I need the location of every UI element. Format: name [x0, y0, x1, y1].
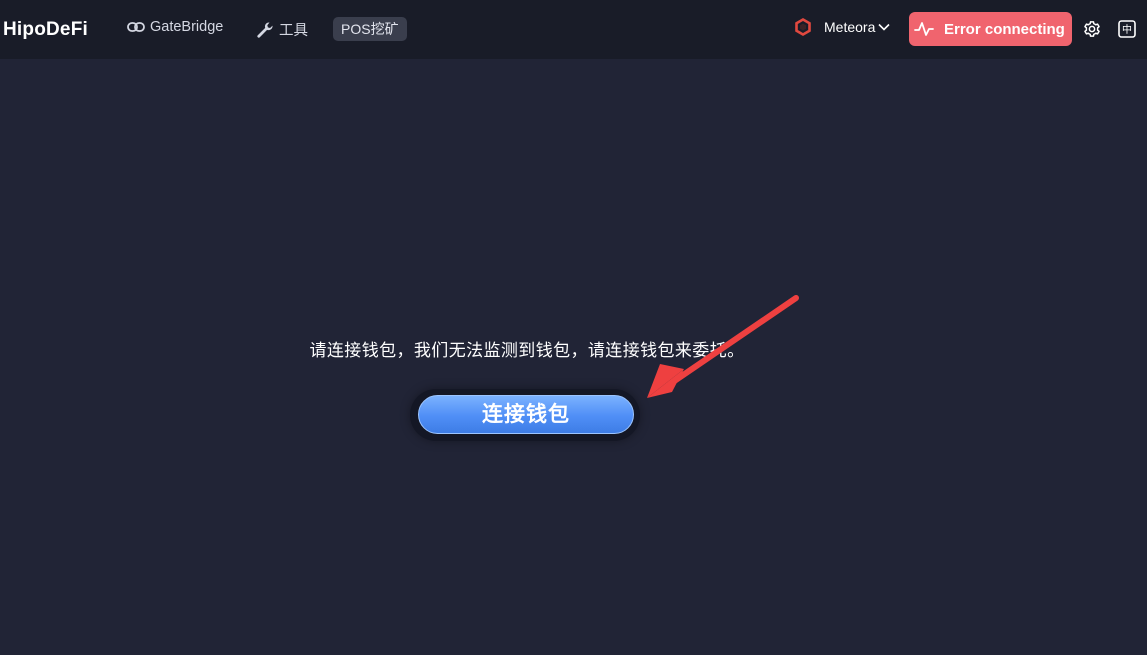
- connection-status-button[interactable]: Error connecting: [909, 12, 1072, 46]
- red-arrow-pointer: [647, 295, 799, 398]
- wrench-icon: [257, 21, 273, 38]
- meteora-logo-icon: [795, 18, 811, 36]
- connect-wallet-button-frame: 连接钱包: [410, 389, 640, 441]
- nav-tools-label: 工具: [279, 23, 308, 39]
- nav-gatebridge[interactable]: GateBridge: [127, 19, 223, 35]
- connect-wallet-button[interactable]: 连接钱包: [418, 395, 634, 434]
- connection-status-label: Error connecting: [944, 20, 1065, 38]
- network-name: Meteora: [824, 19, 876, 35]
- language-label: 中: [1122, 23, 1132, 36]
- network-selector[interactable]: Meteora: [794, 18, 890, 36]
- top-navigation-bar: HipoDeFi GateBridge 工具 POS挖矿 Meteora Err…: [0, 0, 1147, 59]
- gear-icon: [1084, 21, 1100, 37]
- language-button[interactable]: 中: [1117, 19, 1137, 39]
- nav-gatebridge-label: GateBridge: [150, 19, 224, 35]
- brand-logo[interactable]: HipoDeFi: [3, 19, 88, 41]
- connect-wallet-message: 请连接钱包，我们无法监测到钱包，请连接钱包来委托。: [309, 341, 745, 361]
- link-icon: [127, 22, 145, 32]
- nav-pos-mining[interactable]: POS挖矿: [333, 17, 407, 41]
- language-zh-icon: 中: [1118, 20, 1136, 38]
- settings-button[interactable]: [1082, 19, 1102, 39]
- pulse-icon: [914, 22, 934, 36]
- chevron-down-icon: [878, 23, 890, 31]
- nav-tools[interactable]: 工具: [256, 19, 308, 40]
